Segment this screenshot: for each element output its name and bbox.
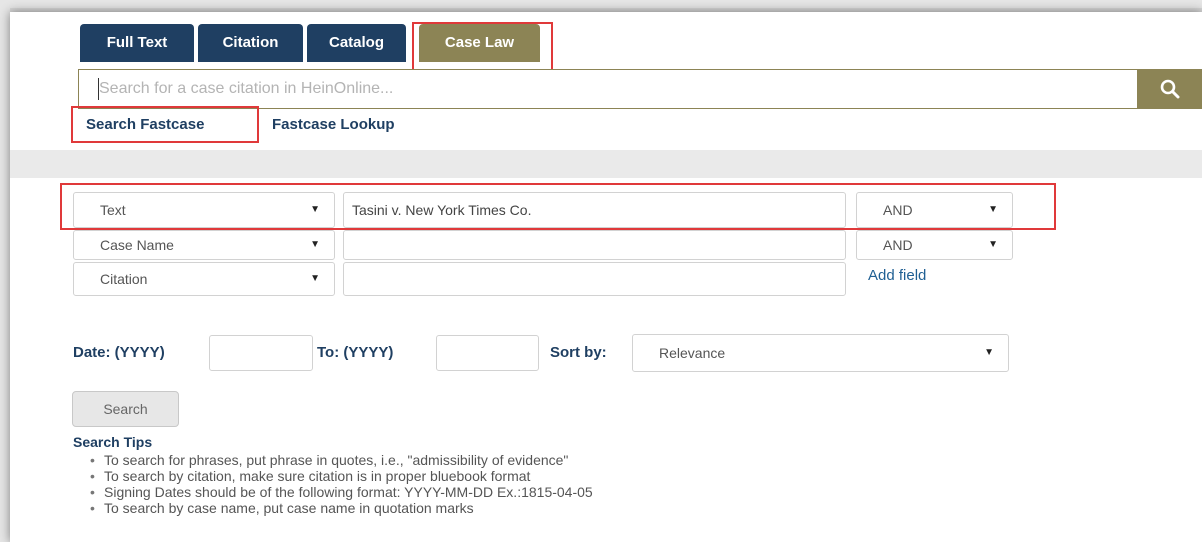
dropdown-arrow-icon: ▼ [988,204,998,215]
tip-text: To search for phrases, put phrase in quo… [104,452,569,468]
tab-case-law[interactable]: Case Law [419,24,540,62]
query-input-2[interactable] [343,230,846,260]
sort-select-label: Relevance [659,345,726,361]
search-bar [78,69,1138,109]
search-tips-title: Search Tips [73,434,153,450]
dropdown-arrow-icon: ▼ [310,239,320,250]
field-select-case-name[interactable]: Case Name ▼ [73,230,335,260]
tab-citation[interactable]: Citation [198,24,303,62]
date-from-input[interactable] [209,335,313,371]
field-select-citation[interactable]: Citation ▼ [73,262,335,296]
tip-item: • To search by case name, put case name i… [90,500,474,516]
search-icon [1160,79,1179,99]
tab-catalog[interactable]: Catalog [307,24,406,62]
dropdown-arrow-icon: ▼ [310,273,320,284]
section-divider [10,150,1202,178]
field-select-label: Text [100,202,126,218]
operator-select-1[interactable]: AND ▼ [856,192,1013,228]
tip-text: Signing Dates should be of the following… [104,484,593,500]
dropdown-arrow-icon: ▼ [310,204,320,215]
dropdown-arrow-icon: ▼ [984,347,994,358]
tab-full-text[interactable]: Full Text [80,24,194,62]
search-button[interactable] [1137,69,1202,109]
date-from-label: Date: (YYYY) [73,344,165,361]
query-input-1[interactable]: Tasini v. New York Times Co. [343,192,846,228]
text-cursor [98,78,99,100]
search-tips-list: • To search for phrases, put phrase in qu… [90,452,593,516]
tip-text: To search by citation, make sure citatio… [104,468,531,484]
field-select-label: Case Name [100,237,174,253]
field-select-text[interactable]: Text ▼ [73,192,335,228]
tip-item: • Signing Dates should be of the followin… [90,484,593,500]
search-fastcase-link[interactable]: Search Fastcase [86,116,204,133]
operator-label: AND [883,237,913,253]
sort-select[interactable]: Relevance ▼ [632,334,1009,372]
operator-label: AND [883,202,913,218]
date-to-input[interactable] [436,335,539,371]
tip-item: • To search for phrases, put phrase in qu… [90,452,569,468]
sort-by-label: Sort by: [550,344,607,361]
dropdown-arrow-icon: ▼ [988,239,998,250]
search-input[interactable] [79,70,1137,108]
tip-text: To search by case name, put case name in… [104,500,474,516]
date-to-label: To: (YYYY) [317,344,394,361]
search-submit-button[interactable]: Search [72,391,179,427]
tip-item: • To search by citation, make sure citati… [90,468,531,484]
fastcase-lookup-link[interactable]: Fastcase Lookup [272,116,395,133]
query-input-3[interactable] [343,262,846,296]
add-field-link[interactable]: Add field [868,267,926,284]
operator-select-2[interactable]: AND ▼ [856,230,1013,260]
field-select-label: Citation [100,271,148,287]
